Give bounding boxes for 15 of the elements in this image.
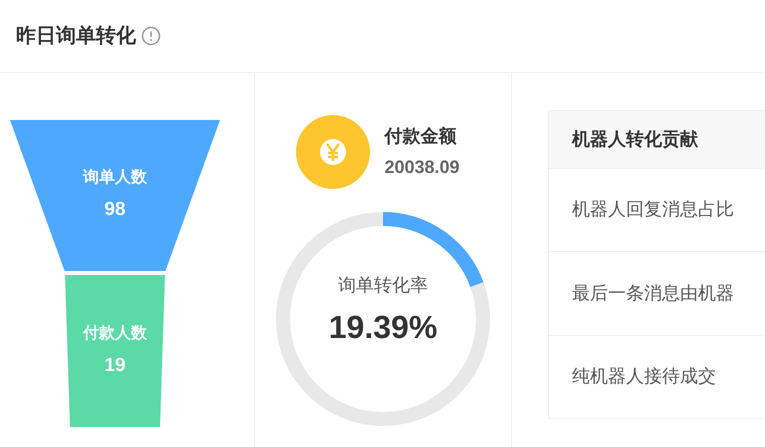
funnel-value: 98 [104, 198, 126, 222]
conversion-label: 询单转化率 [338, 274, 428, 296]
page-title: 昨日询单转化 [16, 24, 136, 49]
payment-label: 付款金额 [384, 125, 458, 148]
funnel-label: 付款人数 [83, 324, 147, 344]
card-title: 机器人转化贡献 [572, 128, 698, 151]
funnel-label: 询单人数 [83, 168, 147, 188]
yen-coin-icon [296, 115, 370, 189]
conversion-rate: 19.39% [328, 308, 438, 346]
funnel-value: 19 [104, 354, 126, 378]
info-icon[interactable] [141, 26, 161, 46]
contribution-item: 纯机器人接待成交 [572, 365, 716, 388]
contribution-item: 最后一条消息由机器 [572, 282, 734, 305]
contribution-item: 机器人回复消息占比 [572, 198, 734, 222]
payment-amount: 20038.09 [384, 156, 460, 179]
